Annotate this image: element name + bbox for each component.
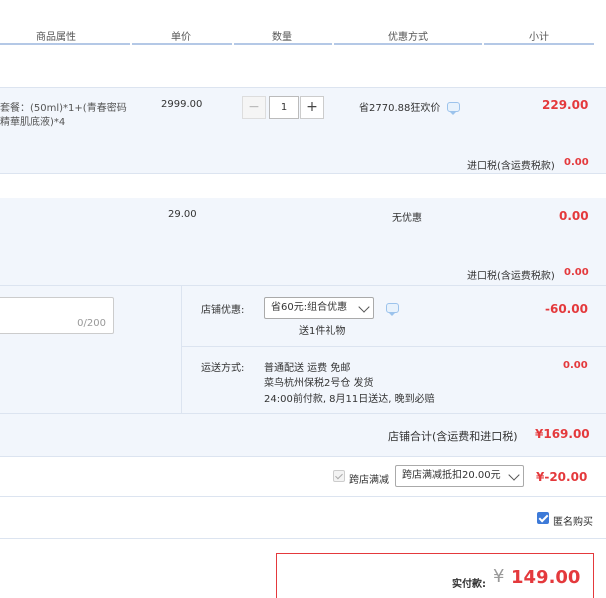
payment-currency: ¥ xyxy=(493,566,505,587)
cross-store-select-value: 跨店满减抵扣20.00元 xyxy=(402,470,501,481)
header-underline xyxy=(0,43,130,45)
payment-summary: 实付款: ¥ 149.00 xyxy=(276,553,594,598)
store-discount-value: -60.00 xyxy=(545,302,588,316)
col-unit-price: 单价 xyxy=(171,32,191,43)
store-discount-select-value: 省60元:组合优惠 xyxy=(271,302,348,313)
item-subtotal: 229.00 xyxy=(542,98,589,112)
item-promo: 省2770.88狂欢价 xyxy=(359,103,441,114)
anonymous-label: 匿名购买 xyxy=(553,517,593,528)
col-promo: 优惠方式 xyxy=(388,32,428,43)
payment-label: 实付款: xyxy=(452,579,486,590)
divider xyxy=(0,285,606,286)
divider xyxy=(0,496,606,497)
shipping-value: 0.00 xyxy=(563,360,588,371)
import-tax-value: 0.00 xyxy=(564,157,589,168)
store-discount-select[interactable]: 省60元:组合优惠 xyxy=(264,297,374,319)
import-tax-label: 进口税(含运费税款) xyxy=(467,271,555,282)
store-total-label: 店铺合计(含运费和进口税) xyxy=(388,430,518,443)
table-header: 商品属性 单价 数量 优惠方式 小计 xyxy=(0,26,606,44)
header-underline xyxy=(334,43,482,45)
header-underline xyxy=(132,43,232,45)
memo-char-count: 0/200 xyxy=(77,318,106,329)
item-subtotal: 0.00 xyxy=(559,209,589,223)
header-underline xyxy=(484,43,594,45)
shipping-method: 普通配送 运费 免邮 xyxy=(264,363,351,374)
store-discount-label: 店铺优惠: xyxy=(201,305,245,316)
chevron-down-icon xyxy=(358,301,370,313)
divider xyxy=(181,286,182,413)
divider xyxy=(0,173,606,174)
gift-text: 送1件礼物 xyxy=(299,326,346,337)
header-underline xyxy=(234,43,332,45)
store-total-value: ¥169.00 xyxy=(535,427,590,441)
col-subtotal: 小计 xyxy=(529,32,549,43)
anonymous-checkbox[interactable] xyxy=(537,512,549,524)
cross-store-label: 跨店满减 xyxy=(349,475,389,486)
divider xyxy=(182,346,606,347)
item-name-line1: 套餐：(50ml)*1+(青春密码 xyxy=(0,103,127,114)
item-unit-price: 2999.00 xyxy=(161,99,203,110)
minus-icon[interactable]: − xyxy=(242,96,266,119)
col-attr: 商品属性 xyxy=(36,32,76,43)
import-tax-label: 进口税(含运费税款) xyxy=(467,161,555,172)
item-unit-price: 29.00 xyxy=(168,209,197,220)
chat-icon[interactable] xyxy=(447,102,460,115)
col-qty: 数量 xyxy=(272,32,292,43)
chat-icon[interactable] xyxy=(386,303,399,316)
cross-store-select[interactable]: 跨店满减抵扣20.00元 xyxy=(395,465,524,487)
divider xyxy=(0,456,606,457)
plus-icon[interactable]: + xyxy=(300,96,324,119)
order-memo-input[interactable]: 0/200 xyxy=(0,297,114,334)
cross-store-value: ¥-20.00 xyxy=(536,470,588,484)
shipping-label: 运送方式: xyxy=(201,363,245,374)
quantity-stepper: − 1 + xyxy=(242,96,324,119)
chevron-down-icon xyxy=(508,469,520,481)
quantity-input[interactable]: 1 xyxy=(269,96,299,119)
shipping-warehouse: 菜鸟杭州保税2号仓 发货 xyxy=(264,378,374,389)
payment-amount: 149.00 xyxy=(511,567,581,588)
item-promo: 无优惠 xyxy=(392,213,422,224)
shipping-eta: 24:00前付款, 8月11日送达, 晚到必赔 xyxy=(264,394,435,405)
divider xyxy=(0,538,606,539)
import-tax-value: 0.00 xyxy=(564,267,589,278)
divider xyxy=(0,413,606,414)
item-name-line2: 精華肌底液)*4 xyxy=(0,117,66,128)
checkbox-icon[interactable] xyxy=(333,470,345,482)
